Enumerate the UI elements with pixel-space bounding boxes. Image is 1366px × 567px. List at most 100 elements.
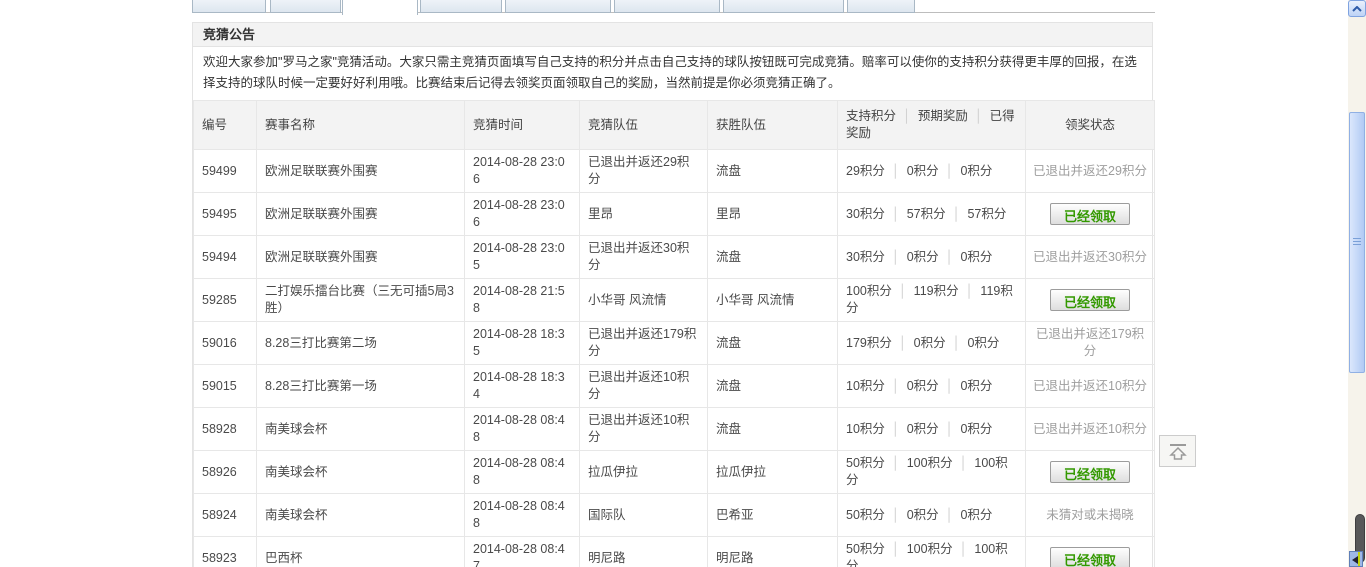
scrollbar-corner-button[interactable] [1349, 551, 1363, 567]
status-text: 已退出并返还10积分 [1033, 378, 1147, 393]
scrollbar-thumb[interactable] [1349, 112, 1365, 373]
cell-bet-time: 2014-08-28 08:48 [464, 493, 580, 537]
claim-button[interactable]: 已经领取 [1049, 546, 1130, 567]
bet-records-table: 编号 赛事名称 竞猜时间 竞猜队伍 获胜队伍 支持积分 │ 预期奖励 │ 已得奖励 领奖… [193, 100, 1155, 567]
header-bet-team: 竞猜队伍 [579, 100, 708, 150]
status-text: 已退出并返还10积分 [1033, 421, 1147, 436]
table-row: 59494 欧洲足联联赛外围赛 2014-08-28 23:05 已退出并返还3… [193, 235, 1155, 279]
cell-bet-team: 拉瓜伊拉 [579, 450, 708, 494]
cell-id: 59495 [193, 192, 257, 236]
cell-bet-team: 已退出并返还10积分 [579, 364, 708, 408]
table-row: 59015 8.28三打比赛第一场 2014-08-28 18:34 已退出并返… [193, 364, 1155, 408]
status-text: 已退出并返还179积分 [1035, 327, 1145, 358]
tab-stub-2[interactable] [270, 0, 341, 13]
cell-claim-status: 已退出并返还10积分 [1025, 364, 1155, 408]
claim-button[interactable]: 已经领取 [1049, 202, 1130, 225]
header-event: 赛事名称 [256, 100, 465, 150]
tab-stub-8[interactable] [847, 0, 915, 13]
cell-points: 50积分 │ 0积分 │ 0积分 [837, 493, 1026, 537]
cell-event-name: 二打娱乐擂台比赛（三无可插5局3胜） [256, 278, 465, 322]
separator: │ [952, 335, 961, 350]
scrollbar-up-button[interactable] [1348, 0, 1366, 17]
cell-bet-time: 2014-08-28 23:06 [464, 149, 580, 193]
status-text: 已退出并返还29积分 [1033, 163, 1147, 178]
cell-points: 50积分 │ 100积分 │ 100积分 [837, 536, 1026, 567]
cell-id: 58926 [193, 450, 257, 494]
tab-stub-1[interactable] [192, 0, 266, 13]
cell-event-name: 8.28三打比赛第二场 [256, 321, 465, 365]
separator: │ [945, 378, 954, 393]
page: 竞猜公告 欢迎大家参加"罗马之家"竞猜活动。大家只需主竞猜页面填写自己支持的积分… [0, 0, 1366, 567]
cell-win-team: 流盘 [707, 149, 838, 193]
cell-points: 100积分 │ 119积分 │ 119积分 [837, 278, 1026, 322]
cell-event-name: 南美球会杯 [256, 407, 465, 451]
cell-points: 50积分 │ 100积分 │ 100积分 [837, 450, 1026, 494]
cell-win-team: 小华哥 风流情 [707, 278, 838, 322]
cell-points: 29积分 │ 0积分 │ 0积分 [837, 149, 1026, 193]
back-to-top-button[interactable] [1159, 435, 1196, 467]
cell-bet-team: 明尼路 [579, 536, 708, 567]
tab-stub-5[interactable] [505, 0, 611, 13]
separator: │ [945, 421, 954, 436]
cell-claim-status: 未猜对或未揭晓 [1025, 493, 1155, 537]
go-top-icon [1168, 443, 1187, 460]
cell-win-team: 巴希亚 [707, 493, 838, 537]
table-row: 59495 欧洲足联联赛外围赛 2014-08-28 23:06 里昂 里昂 3… [193, 192, 1155, 236]
cell-event-name: 欧洲足联联赛外围赛 [256, 149, 465, 193]
separator: │ [945, 507, 954, 522]
cell-event-name: 南美球会杯 [256, 493, 465, 537]
tab-active[interactable] [342, 0, 418, 15]
header-id: 编号 [193, 100, 257, 150]
cell-win-team: 拉瓜伊拉 [707, 450, 838, 494]
claim-button[interactable]: 已经领取 [1049, 460, 1130, 483]
scrollbar-grip-icon [1353, 237, 1361, 247]
table-row: 59016 8.28三打比赛第二场 2014-08-28 18:35 已退出并返… [193, 321, 1155, 365]
cell-event-name: 南美球会杯 [256, 450, 465, 494]
caret-marker [1358, 552, 1360, 566]
tab-stub-6[interactable] [614, 0, 720, 13]
table-row: 58926 南美球会杯 2014-08-28 08:48 拉瓜伊拉 拉瓜伊拉 5… [193, 450, 1155, 494]
separator: │ [903, 109, 911, 123]
separator: │ [891, 507, 900, 522]
table-row: 59285 二打娱乐擂台比赛（三无可插5局3胜） 2014-08-28 21:5… [193, 278, 1155, 322]
vertical-scrollbar[interactable] [1348, 0, 1366, 567]
cell-claim-status: 已退出并返还29积分 [1025, 149, 1155, 193]
announcement-text: 欢迎大家参加"罗马之家"竞猜活动。大家只需主竞猜页面填写自己支持的积分并点击自己… [203, 55, 1137, 90]
separator: │ [891, 421, 900, 436]
cell-bet-time: 2014-08-28 18:35 [464, 321, 580, 365]
cell-bet-team: 已退出并返还179积分 [579, 321, 708, 365]
cell-win-team: 流盘 [707, 364, 838, 408]
separator: │ [891, 378, 900, 393]
cell-event-name: 欧洲足联联赛外围赛 [256, 235, 465, 279]
separator: │ [891, 163, 900, 178]
cell-points: 179积分 │ 0积分 │ 0积分 [837, 321, 1026, 365]
separator: │ [952, 206, 961, 221]
announcement-panel: 竞猜公告 欢迎大家参加"罗马之家"竞猜活动。大家只需主竞猜页面填写自己支持的积分… [192, 22, 1155, 567]
separator: │ [945, 249, 954, 264]
table-body: 59499 欧洲足联联赛外围赛 2014-08-28 23:06 已退出并返还2… [193, 149, 1155, 567]
status-text: 已退出并返还30积分 [1033, 249, 1147, 264]
header-win-team: 获胜队伍 [707, 100, 838, 150]
chevron-up-icon [1352, 5, 1362, 12]
cell-id: 58923 [193, 536, 257, 567]
tab-stub-4[interactable] [420, 0, 502, 13]
cell-claim-status: 已退出并返还179积分 [1025, 321, 1155, 365]
separator: │ [891, 456, 900, 470]
separator: │ [974, 109, 983, 123]
separator: │ [959, 456, 968, 470]
table-row: 59499 欧洲足联联赛外围赛 2014-08-28 23:06 已退出并返还2… [193, 149, 1155, 193]
cell-bet-team: 里昂 [579, 192, 708, 236]
claim-button[interactable]: 已经领取 [1049, 288, 1130, 311]
cell-bet-time: 2014-08-28 08:48 [464, 450, 580, 494]
cell-id: 59494 [193, 235, 257, 279]
cell-bet-team: 已退出并返还30积分 [579, 235, 708, 279]
tab-stub-7[interactable] [723, 0, 844, 13]
separator: │ [945, 163, 954, 178]
header-points: 支持积分 │ 预期奖励 │ 已得奖励 [837, 100, 1026, 150]
separator: │ [898, 335, 907, 350]
cell-id: 58924 [193, 493, 257, 537]
cell-id: 58928 [193, 407, 257, 451]
cell-claim-status: 已经领取 [1025, 536, 1155, 567]
cell-event-name: 欧洲足联联赛外围赛 [256, 192, 465, 236]
cell-points: 30积分 │ 57积分 │ 57积分 [837, 192, 1026, 236]
